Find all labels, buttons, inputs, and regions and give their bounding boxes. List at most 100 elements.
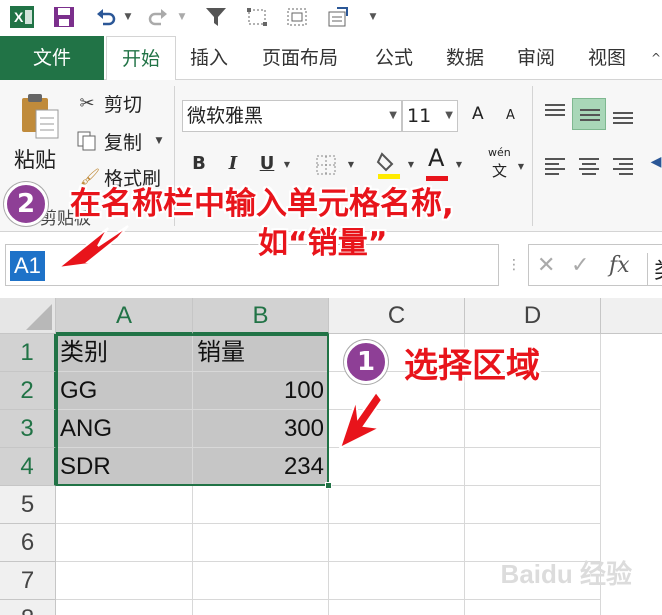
font-size-combo[interactable]: 11 ▼ [402,100,458,132]
cell-b8[interactable] [193,600,329,615]
undo-icon[interactable] [94,6,118,28]
align-top-button[interactable] [538,98,572,130]
row-header-2[interactable]: 2 [0,372,56,410]
cell-b5[interactable] [193,486,329,524]
cell-c7[interactable] [329,562,465,600]
undo-dropdown-icon[interactable]: ▼ [122,6,134,28]
row-header-4[interactable]: 4 [0,448,56,486]
tab-review[interactable]: 审阅 [517,36,555,80]
save-icon[interactable] [52,6,76,28]
borders-dropdown-icon[interactable]: ▼ [346,158,356,170]
cell-b4[interactable]: 234 [193,448,329,486]
column-header-b[interactable]: B [193,298,329,334]
grow-font-button[interactable]: A [472,104,484,124]
cell-a8[interactable] [56,600,193,615]
underline-dropdown-icon[interactable]: ▼ [282,158,292,170]
column-header-a[interactable]: A [56,298,193,334]
cell-a7[interactable] [56,562,193,600]
cell-a4[interactable]: SDR [56,448,193,486]
column-header-e[interactable] [601,298,662,334]
customize-icon[interactable]: ▼ [366,6,380,28]
phonetic-dropdown-icon[interactable]: ▼ [516,160,526,172]
tab-view[interactable]: 视图 [588,36,626,80]
phonetic-bottom[interactable]: 文 [492,160,507,181]
chevron-down-icon[interactable]: ▼ [445,101,453,131]
indent-icon[interactable]: ◀ [650,150,662,174]
cell-b3[interactable]: 300 [193,410,329,448]
shrink-font-button[interactable]: A [506,108,515,123]
cell-a3[interactable]: ANG [56,410,193,448]
cell-a5[interactable] [56,486,193,524]
font-name-combo[interactable]: 微软雅黑 ▼ [182,100,402,132]
copy-icon[interactable] [76,130,98,152]
cell-a6[interactable] [56,524,193,562]
underline-button[interactable]: U [254,150,280,178]
cell-a1[interactable]: 类别 [56,334,193,372]
italic-button[interactable]: I [220,150,246,178]
name-box[interactable]: A1 [5,244,499,286]
align-middle-button[interactable] [572,98,606,130]
tab-file[interactable]: 文件 [0,36,104,80]
group-icon[interactable] [284,6,310,28]
cell-d4[interactable] [465,448,601,486]
cell-c4[interactable] [329,448,465,486]
phonetic-top[interactable]: wén [488,146,511,159]
tab-home[interactable]: 开始 [106,36,176,81]
row-header-8[interactable]: 8 [0,600,56,615]
fill-color-icon[interactable] [376,150,402,180]
row-header-5[interactable]: 5 [0,486,56,524]
enter-icon[interactable]: ✓ [571,253,589,278]
tab-insert[interactable]: 插入 [190,36,228,80]
chevron-down-icon[interactable]: ▼ [389,101,397,131]
font-color-button[interactable]: A [428,144,444,172]
cell-d8[interactable] [465,600,601,615]
row-header-7[interactable]: 7 [0,562,56,600]
bold-button[interactable]: B [186,150,212,178]
cell-c8[interactable] [329,600,465,615]
cell-b6[interactable] [193,524,329,562]
borders-icon[interactable] [314,154,338,176]
align-left-button[interactable] [538,150,572,182]
formula-bar-dots-icon[interactable]: ⋮ [507,252,521,278]
cell-d5[interactable] [465,486,601,524]
redo-dropdown-icon[interactable]: ▼ [176,6,188,28]
column-header-c[interactable]: C [329,298,465,334]
fill-handle[interactable] [325,482,332,489]
filter-icon[interactable] [204,6,228,28]
cell-b2[interactable]: 100 [193,372,329,410]
insert-function-button[interactable]: fx [609,253,630,278]
cell-c5[interactable] [329,486,465,524]
fill-dropdown-icon[interactable]: ▼ [406,158,416,170]
paste-icon[interactable] [16,92,62,142]
align-center-button[interactable] [572,150,606,182]
cell-c3[interactable] [329,410,465,448]
tab-page-layout[interactable]: 页面布局 [262,36,338,80]
column-header-d[interactable]: D [465,298,601,334]
copy-button[interactable]: 复制 [104,128,142,155]
row-header-1[interactable]: 1 [0,334,56,372]
tab-formulas[interactable]: 公式 [375,36,413,80]
cut-icon[interactable]: ✂ [76,92,98,114]
row-header-3[interactable]: 3 [0,410,56,448]
cell-a2[interactable]: GG [56,372,193,410]
cut-button[interactable]: 剪切 [104,90,142,117]
row-header-6[interactable]: 6 [0,524,56,562]
ribbon-collapse-icon[interactable]: ^ [650,48,662,68]
cell-b1[interactable]: 销量 [193,334,329,372]
name-box-value[interactable]: A1 [10,251,45,281]
tab-data[interactable]: 数据 [446,36,484,80]
format-icon[interactable] [326,6,352,28]
cell-d3[interactable] [465,410,601,448]
formula-input[interactable]: 类 [647,253,662,285]
copy-dropdown-icon[interactable]: ▼ [154,134,164,148]
cancel-icon[interactable]: ✕ [537,253,555,278]
cell-b7[interactable] [193,562,329,600]
select-all-button[interactable] [0,298,56,334]
align-bottom-button[interactable] [606,98,640,130]
cell-c6[interactable] [329,524,465,562]
font-color-dropdown-icon[interactable]: ▼ [454,158,464,170]
paste-button[interactable]: 粘贴 [14,144,56,174]
redo-icon[interactable] [146,6,170,28]
select-objects-icon[interactable] [244,6,270,28]
align-right-button[interactable] [606,150,640,182]
